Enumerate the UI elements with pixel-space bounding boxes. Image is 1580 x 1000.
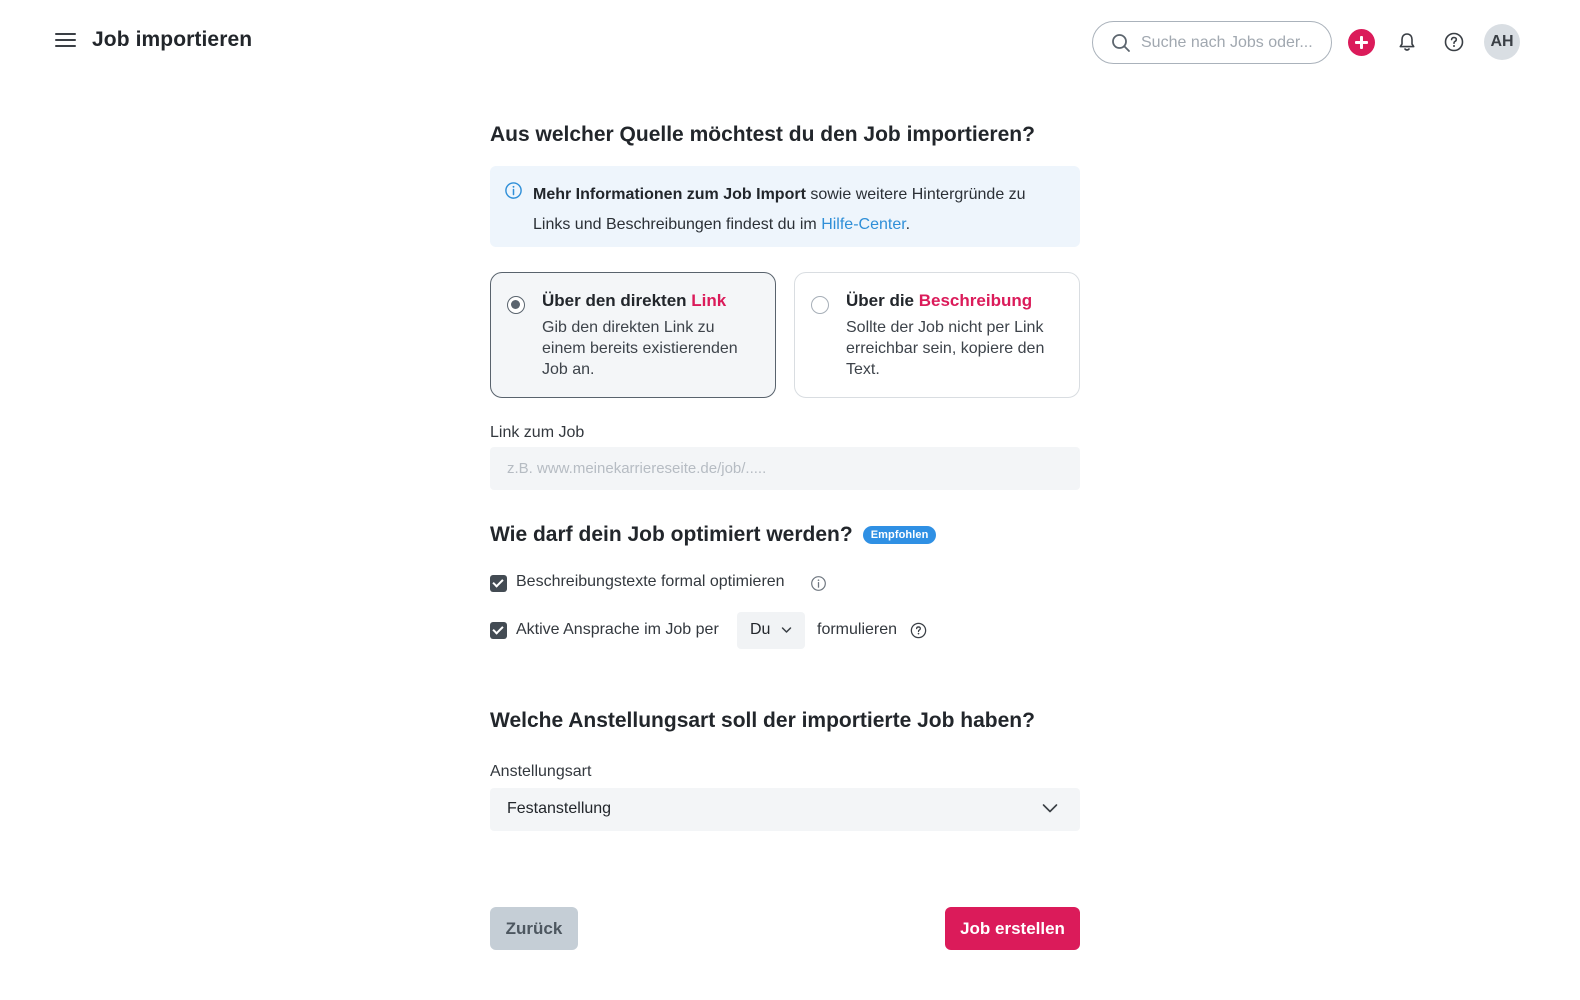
option-description[interactable]: Über die Beschreibung Sollte der Job nic… xyxy=(794,272,1080,398)
info-box: Mehr Informationen zum Job Import sowie … xyxy=(490,166,1080,247)
chevron-down-icon xyxy=(1042,804,1058,813)
radio-description[interactable] xyxy=(811,296,829,314)
recommended-badge: Empfohlen xyxy=(862,526,937,544)
back-button[interactable]: Zurück xyxy=(490,907,578,950)
help-icon[interactable] xyxy=(1442,30,1466,54)
info-bold: Mehr Informationen zum Job Import xyxy=(533,186,806,203)
radio-link[interactable] xyxy=(507,296,525,314)
menu-icon[interactable] xyxy=(54,30,78,54)
help-icon[interactable] xyxy=(909,621,928,640)
option-link-title-accent: Link xyxy=(691,291,727,310)
info-icon xyxy=(505,182,522,199)
address-suffix: formulieren xyxy=(817,621,898,638)
chevron-down-icon xyxy=(781,627,792,633)
source-heading: Aus welcher Quelle möchtest du den Job i… xyxy=(490,123,1035,146)
option-description-title: Über die Beschreibung xyxy=(846,291,1032,311)
info-text: Mehr Informationen zum Job Import sowie … xyxy=(533,180,1063,240)
option-link-description: Gib den direkten Link zu einem bereits e… xyxy=(542,319,738,378)
employment-select[interactable]: Festanstellung xyxy=(490,788,1080,831)
search-icon xyxy=(1112,34,1130,52)
page-title: Job importieren xyxy=(92,28,253,51)
option-link[interactable]: Über den direkten Link Gib den direkten … xyxy=(490,272,776,398)
option-link-title-prefix: Über den direkten xyxy=(542,291,692,310)
search-box[interactable] xyxy=(1092,21,1332,64)
employment-select-value: Festanstellung xyxy=(507,800,612,817)
search-input[interactable] xyxy=(1141,30,1321,56)
address-select[interactable]: Du xyxy=(737,612,805,649)
info-end: . xyxy=(905,216,911,233)
bell-icon[interactable] xyxy=(1395,30,1419,54)
option-link-title: Über den direkten Link xyxy=(542,291,726,311)
formal-checkbox[interactable] xyxy=(490,575,507,592)
create-job-button[interactable]: Job erstellen xyxy=(945,907,1080,950)
top-bar: Job importieren AH xyxy=(0,0,1580,84)
help-center-link[interactable]: Hilfe-Center xyxy=(821,216,905,233)
optimize-heading: Wie darf dein Job optimiert werden? Empfo… xyxy=(490,523,937,547)
info-icon[interactable] xyxy=(810,575,827,592)
avatar[interactable]: AH xyxy=(1484,24,1520,60)
option-description-description: Sollte der Job nicht per Link erreichbar… xyxy=(846,319,1045,378)
link-input[interactable] xyxy=(490,447,1080,490)
formal-label: Beschreibungstexte formal optimieren xyxy=(516,573,785,590)
address-prefix: Aktive Ansprache im Job per xyxy=(516,621,719,638)
employment-label: Anstellungsart xyxy=(490,763,592,780)
employment-heading: Welche Anstellungsart soll der importier… xyxy=(490,709,1035,732)
option-description-title-prefix: Über die xyxy=(846,291,919,310)
optimize-heading-text: Wie darf dein Job optimiert werden? xyxy=(490,523,853,546)
address-select-value: Du xyxy=(750,621,771,638)
option-description-title-accent: Beschreibung xyxy=(918,291,1033,310)
link-label: Link zum Job xyxy=(490,424,585,441)
add-plus-icon[interactable] xyxy=(1348,29,1375,56)
address-checkbox[interactable] xyxy=(490,622,507,639)
